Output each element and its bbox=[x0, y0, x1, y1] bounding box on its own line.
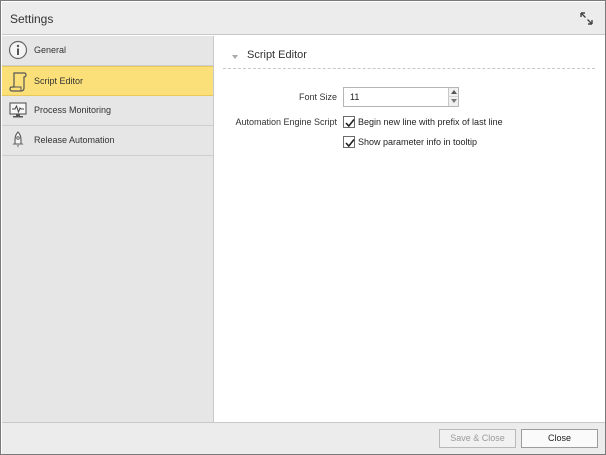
increment-button[interactable] bbox=[448, 88, 458, 97]
script-scroll-icon bbox=[8, 71, 28, 92]
close-button[interactable]: Close bbox=[521, 429, 598, 448]
sidebar-item-release-automation[interactable]: Release Automation bbox=[2, 126, 213, 156]
section-header[interactable]: Script Editor bbox=[223, 45, 595, 69]
checkmark-icon bbox=[345, 139, 355, 148]
font-size-label: Font Size bbox=[298, 92, 337, 102]
show-parameter-info-checkbox[interactable] bbox=[343, 136, 355, 148]
info-icon bbox=[8, 40, 28, 60]
collapse-arrow-icon[interactable] bbox=[232, 55, 238, 59]
dialog-footer: Save & Close Close bbox=[2, 422, 605, 454]
title-bar: Settings bbox=[2, 2, 605, 35]
sidebar-item-label: Process Monitoring bbox=[34, 105, 112, 115]
section-title: Script Editor bbox=[247, 49, 307, 61]
sidebar-item-label: Release Automation bbox=[34, 135, 115, 145]
begin-new-line-checkbox[interactable] bbox=[343, 116, 355, 128]
sidebar-item-label: General bbox=[34, 45, 67, 55]
decrement-button[interactable] bbox=[448, 97, 458, 106]
monitor-pulse-icon bbox=[8, 100, 28, 120]
checkmark-icon bbox=[345, 119, 355, 128]
font-size-input[interactable] bbox=[344, 88, 448, 106]
settings-dialog: Settings General Script Editor Process M… bbox=[0, 0, 606, 455]
automation-engine-label: Automation Engine Script bbox=[235, 117, 337, 127]
settings-sidebar: General Script Editor Process Monitoring… bbox=[2, 36, 214, 422]
sidebar-item-script-editor[interactable]: Script Editor bbox=[2, 66, 213, 96]
chevron-down-icon bbox=[451, 99, 457, 103]
sidebar-item-process-monitoring[interactable]: Process Monitoring bbox=[2, 96, 213, 126]
rocket-icon bbox=[8, 130, 28, 150]
sidebar-item-label: Script Editor bbox=[34, 76, 84, 86]
checkbox-label: Show parameter info in tooltip bbox=[358, 137, 478, 147]
sidebar-item-general[interactable]: General bbox=[2, 36, 213, 66]
window-title: Settings bbox=[10, 12, 54, 26]
maximize-icon[interactable] bbox=[580, 12, 593, 25]
save-close-button[interactable]: Save & Close bbox=[439, 429, 516, 448]
font-size-stepper[interactable] bbox=[343, 87, 459, 107]
chevron-up-icon bbox=[451, 90, 457, 94]
settings-content: Script Editor Font Size Automation Engin… bbox=[215, 36, 605, 422]
checkbox-label: Begin new line with prefix of last line bbox=[358, 117, 503, 127]
